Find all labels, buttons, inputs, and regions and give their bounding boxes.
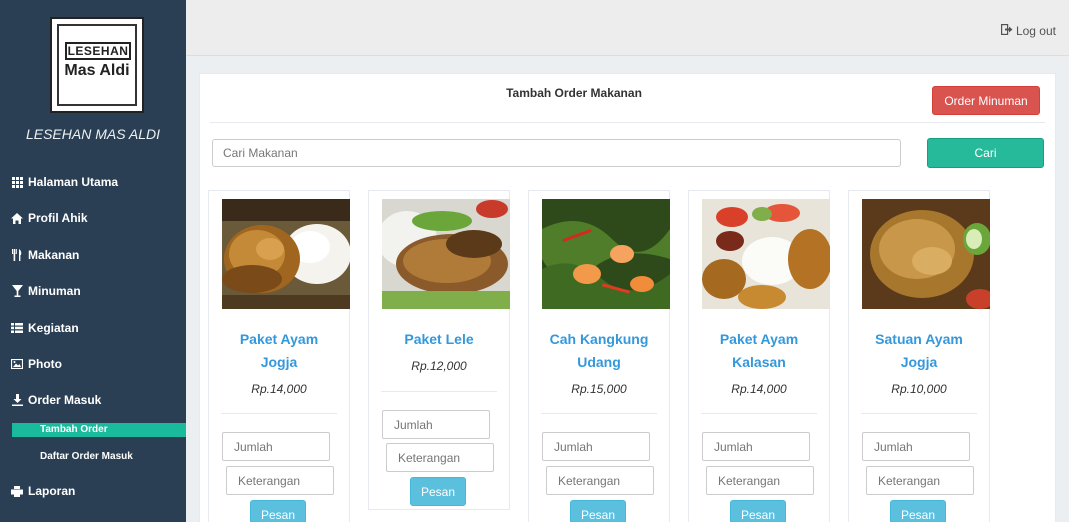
product-price: Rp.15,000 [571, 382, 627, 396]
sidebar-item-label: Profil Ahik [28, 211, 88, 225]
note-input[interactable] [546, 466, 654, 495]
sidebar-item-label: Halaman Utama [28, 175, 119, 189]
search-button[interactable]: Cari [927, 138, 1044, 168]
sidebar-subitem-daftar-order-masuk[interactable]: Daftar Order Masuk [14, 450, 186, 464]
picture-icon [10, 357, 24, 371]
note-input[interactable] [866, 466, 974, 495]
sidebar-item-order-masuk[interactable]: Order Masuk [0, 385, 186, 415]
panel-title: Tambah Order Makanan [506, 86, 642, 100]
product-image [862, 199, 990, 309]
quantity-input[interactable] [862, 432, 970, 461]
quantity-input[interactable] [382, 410, 490, 439]
sidebar-subitem-tambah-order[interactable]: Tambah Order [12, 423, 186, 437]
sidebar-item-label: Kegiatan [28, 321, 79, 335]
sidebar-item-kegiatan[interactable]: Kegiatan [0, 313, 186, 343]
divider [210, 122, 1045, 123]
sidebar-item-makanan[interactable]: Makanan [0, 240, 186, 270]
sidebar-item-label: Photo [28, 357, 62, 371]
list-icon [10, 321, 24, 335]
product-card: Paket Ayam Kalasan Rp.14,000 Pesan [688, 190, 830, 522]
sidebar-item-label: Laporan [28, 484, 76, 498]
download-icon [10, 393, 24, 407]
quantity-input[interactable] [702, 432, 810, 461]
sidebar: LESEHAN Mas Aldi LESEHAN MAS ALDI Halama… [0, 0, 186, 522]
sidebar-item-profil[interactable]: Profil Ahik [0, 203, 186, 233]
logo[interactable]: LESEHAN Mas Aldi [50, 17, 144, 113]
logo-text-bottom: Mas Aldi [64, 62, 130, 79]
note-input[interactable] [386, 443, 494, 472]
product-name: Kalasan [732, 354, 786, 370]
note-input[interactable] [226, 466, 334, 495]
sidebar-item-label: Order Masuk [28, 393, 102, 407]
product-name: Cah Kangkung [549, 331, 649, 347]
product-name: Satuan Ayam [875, 331, 963, 347]
sidebar-item-halaman-utama[interactable]: Halaman Utama [0, 167, 186, 197]
logo-text-top: LESEHAN [65, 42, 131, 60]
logo-frame: LESEHAN Mas Aldi [57, 24, 137, 106]
product-card: Satuan Ayam Jogja Rp.10,000 Pesan [848, 190, 990, 522]
divider [381, 391, 497, 392]
sidebar-item-label: Minuman [28, 284, 81, 298]
divider [221, 413, 337, 414]
print-icon [10, 484, 24, 498]
product-image [702, 199, 830, 309]
divider [861, 413, 977, 414]
product-price: Rp.10,000 [891, 382, 947, 396]
quantity-input[interactable] [542, 432, 650, 461]
product-price: Rp.12,000 [411, 359, 467, 373]
product-image [222, 199, 350, 309]
order-button[interactable]: Pesan [570, 500, 626, 522]
product-price: Rp.14,000 [251, 382, 307, 396]
order-button[interactable]: Pesan [250, 500, 306, 522]
glass-icon [10, 284, 24, 298]
product-image [542, 199, 670, 309]
home-icon [10, 211, 24, 225]
product-card: Paket Lele Rp.12,000 Pesan [368, 190, 510, 510]
product-name: Udang [577, 354, 621, 370]
divider [701, 413, 817, 414]
logout-link[interactable]: Log out [1000, 24, 1056, 38]
product-price: Rp.14,000 [731, 382, 787, 396]
top-navbar: Log out [186, 0, 1069, 56]
brand-name: LESEHAN MAS ALDI [25, 126, 161, 142]
sidebar-item-photo[interactable]: Photo [0, 349, 186, 379]
cutlery-icon [10, 248, 24, 262]
note-input[interactable] [706, 466, 814, 495]
quantity-input[interactable] [222, 432, 330, 461]
search-input[interactable] [212, 139, 901, 167]
product-name: Paket Lele [404, 331, 474, 347]
logout-label: Log out [1015, 24, 1056, 38]
order-button[interactable]: Pesan [730, 500, 786, 522]
product-card: Paket Ayam Jogja Rp.14,000 Pesan [208, 190, 350, 522]
order-button[interactable]: Pesan [890, 500, 946, 522]
order-button[interactable]: Pesan [410, 477, 466, 506]
sidebar-item-laporan[interactable]: Laporan [0, 476, 186, 506]
sidebar-item-label: Makanan [28, 248, 80, 262]
product-name: Paket Ayam [719, 331, 799, 347]
product-image [382, 199, 510, 309]
divider [541, 413, 657, 414]
product-card: Cah Kangkung Udang Rp.15,000 Pesan [528, 190, 670, 522]
order-minuman-button[interactable]: Order Minuman [932, 86, 1040, 115]
product-name: Jogja [900, 354, 938, 370]
product-name: Jogja [260, 354, 298, 370]
sign-out-icon [1000, 24, 1013, 38]
product-name: Paket Ayam [239, 331, 319, 347]
sidebar-item-minuman[interactable]: Minuman [0, 276, 186, 306]
grid-icon [10, 175, 24, 189]
